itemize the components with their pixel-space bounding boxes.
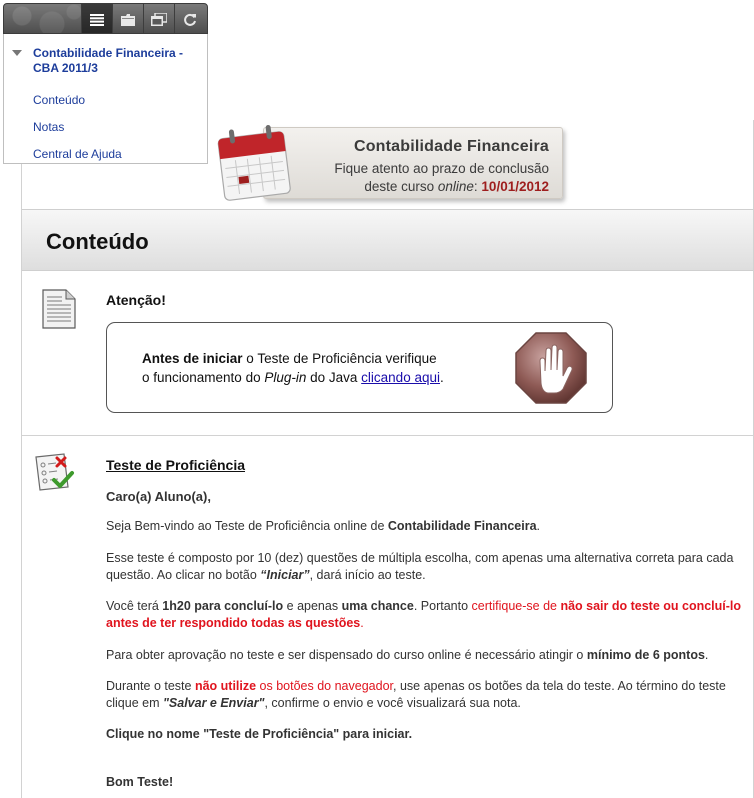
course-menu-panel: Contabilidade Financeira - CBA 2011/3 Co… [3, 34, 208, 164]
course-title-link[interactable]: Contabilidade Financeira - CBA 2011/3 [33, 46, 203, 76]
course-menu-toolbar [3, 3, 208, 34]
time-limit-paragraph: Você terá 1h20 para concluí-lo e apenas … [106, 599, 742, 630]
document-icon [42, 289, 76, 329]
menu-link-conteudo[interactable]: Conteúdo [33, 93, 85, 107]
toolbar-gear-background [4, 4, 84, 33]
banner-plate: Contabilidade Financeira Fique atento ao… [263, 127, 563, 199]
folder-view-button[interactable] [112, 4, 143, 33]
menu-link-central-de-ajuda[interactable]: Central de Ajuda [33, 147, 122, 161]
notice-line1: Antes de iniciar o Teste de Proficiência… [142, 351, 437, 366]
teste-proficiencia-link[interactable]: Teste de Proficiência [106, 457, 245, 473]
new-window-button[interactable] [143, 4, 174, 33]
approval-paragraph: Para obter aprovação no teste e ser disp… [106, 648, 709, 662]
calendar-icon [217, 125, 291, 201]
windows-icon [151, 13, 167, 26]
menu-list-icon [90, 13, 104, 26]
test-description-paragraph: Esse teste é composto por 10 (dez) quest… [106, 551, 734, 582]
collapse-arrow-icon[interactable] [12, 50, 22, 56]
banner-line2: deste curso online: 10/01/2012 [364, 179, 549, 194]
java-check-link[interactable]: clicando aqui [361, 370, 440, 385]
item-divider [22, 435, 753, 436]
java-plugin-notice: Antes de iniciar o Teste de Proficiência… [106, 322, 613, 413]
notice-line2: o funcionamento do Plug-in do Java clica… [142, 370, 444, 385]
start-instruction: Clique no nome "Teste de Proficiência" p… [106, 727, 413, 741]
welcome-paragraph: Seja Bem-vindo ao Teste de Proficiência … [106, 519, 541, 533]
item-title-atencao: Atenção! [106, 292, 166, 308]
menu-list-button[interactable] [81, 4, 112, 33]
browser-warning-paragraph: Durante o teste não utilize os botões do… [106, 679, 726, 710]
deadline-date: 10/01/2012 [481, 179, 549, 194]
stop-hand-icon [515, 332, 587, 404]
test-checklist-icon [35, 453, 74, 491]
good-luck-text: Bom Teste! [106, 775, 174, 789]
greeting-text: Caro(a) Aluno(a), [106, 489, 211, 504]
banner-line1: Fique atento ao prazo de conclusão [334, 161, 549, 176]
page-title: Conteúdo [46, 229, 149, 254]
deadline-banner: Contabilidade Financeira Fique atento ao… [213, 123, 566, 205]
page-title-bar: Conteúdo [22, 209, 753, 271]
banner-title: Contabilidade Financeira [353, 138, 549, 155]
refresh-button[interactable] [174, 4, 205, 33]
folder-icon [121, 13, 135, 26]
menu-link-notas[interactable]: Notas [33, 120, 64, 134]
refresh-icon [184, 13, 196, 26]
